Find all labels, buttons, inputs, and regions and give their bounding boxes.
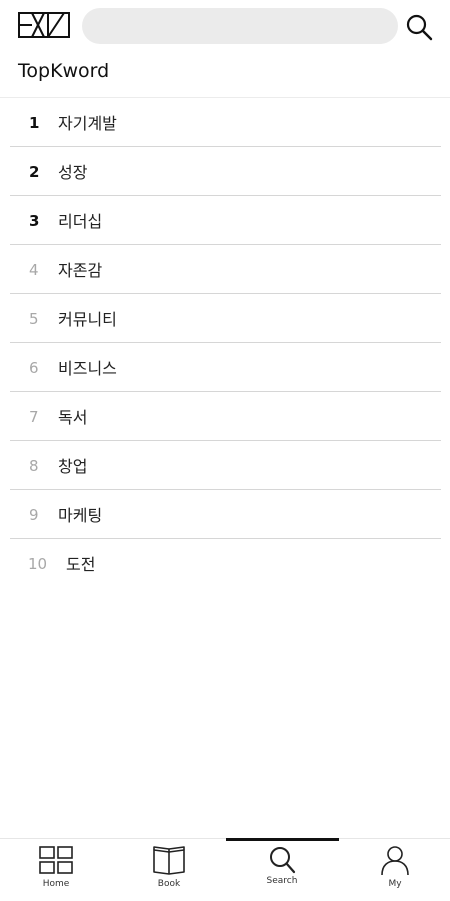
keyword-item-6[interactable]: 6 비즈니스 (10, 343, 441, 392)
nav-label: Book (157, 879, 181, 889)
search-icon (406, 14, 433, 41)
bottom-nav: Home Book Search My (0, 838, 450, 901)
keyword-label: 비즈니스 (58, 359, 117, 378)
keyword-item-10[interactable]: 10 도전 (10, 539, 441, 587)
search-input[interactable] (82, 8, 398, 44)
keyword-item-1[interactable]: 1 자기계발 (10, 98, 441, 147)
nav-search[interactable]: Search (226, 839, 338, 899)
keyword-item-4[interactable]: 4 자존감 (10, 245, 441, 294)
nav-book[interactable]: Book (113, 839, 225, 899)
grid-icon (39, 846, 73, 874)
keyword-rank: 6 (29, 359, 39, 377)
keyword-rank: 3 (29, 212, 40, 230)
keyword-item-3[interactable]: 3 리더십 (10, 196, 441, 245)
keyword-label: 리더십 (58, 212, 103, 231)
keyword-rank: 10 (28, 555, 48, 573)
keyword-label: 도전 (66, 555, 96, 574)
nav-label: Home (42, 879, 70, 889)
nav-label: My (388, 879, 402, 889)
keyword-item-9[interactable]: 9 마케팅 (10, 490, 441, 539)
nav-label: Search (266, 876, 298, 886)
book-icon (153, 846, 185, 875)
keyword-label: 성장 (58, 163, 88, 182)
keyword-rank: 1 (29, 114, 40, 132)
keyword-label: 마케팅 (58, 506, 103, 525)
keyword-rank: 9 (29, 506, 39, 524)
keyword-label: 자기계발 (58, 114, 117, 133)
keyword-rank: 8 (29, 457, 39, 475)
keyword-rank: 4 (29, 261, 39, 279)
app-logo[interactable] (18, 12, 70, 38)
keyword-label: 커뮤니티 (58, 310, 117, 329)
search-button[interactable] (404, 12, 434, 42)
section-title: TopKword (18, 60, 110, 82)
keyword-item-5[interactable]: 5 커뮤니티 (10, 294, 441, 343)
keyword-label: 창업 (58, 457, 88, 476)
keyword-label: 자존감 (58, 261, 103, 280)
nav-home[interactable]: Home (0, 839, 112, 899)
keyword-list: 1 자기계발 2 성장 3 리더십 4 자존감 5 커뮤니티 6 비즈니스 7 … (10, 98, 441, 587)
keyword-rank: 5 (29, 310, 39, 328)
person-icon (381, 846, 409, 875)
app-header (0, 0, 450, 52)
keyword-rank: 2 (29, 163, 40, 181)
keyword-item-2[interactable]: 2 성장 (10, 147, 441, 196)
search-icon (270, 847, 296, 874)
keyword-item-8[interactable]: 8 창업 (10, 441, 441, 490)
keyword-rank: 7 (29, 408, 39, 426)
keyword-label: 독서 (58, 408, 88, 427)
keyword-item-7[interactable]: 7 독서 (10, 392, 441, 441)
nav-my[interactable]: My (339, 839, 450, 899)
